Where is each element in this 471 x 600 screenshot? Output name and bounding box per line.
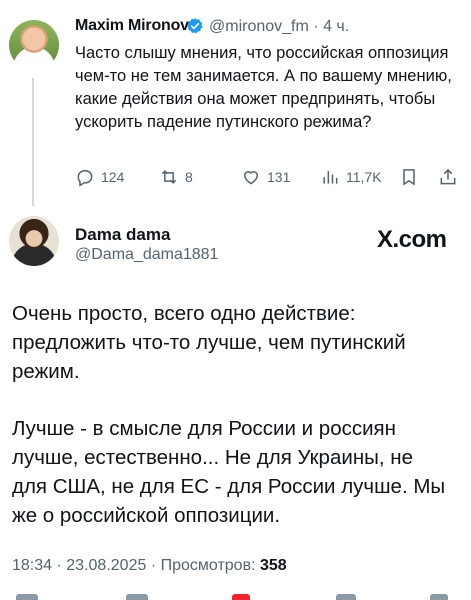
parent-author-meta: @mironov_fm · 4 ч. [209, 18, 349, 36]
repost-icon [161, 170, 177, 184]
share-icon [440, 168, 456, 185]
reply-button[interactable]: 124 [75, 167, 124, 187]
views-button[interactable]: 11,7K [320, 167, 382, 187]
like-button[interactable]: 131 [241, 167, 290, 187]
views-label: Просмотров: [160, 557, 256, 574]
share-button[interactable] [438, 167, 458, 187]
views-count: 11,7K [346, 169, 382, 185]
meta-separator: · [313, 18, 319, 35]
parent-tweet-time[interactable]: 4 ч. [323, 18, 349, 35]
reply-count: 124 [101, 169, 125, 185]
verified-badge-icon [187, 18, 203, 34]
reply-views-count: 358 [259, 557, 287, 574]
like-count: 131 [267, 169, 291, 185]
bookmark-button[interactable] [399, 167, 419, 187]
cropped-action-bar [0, 594, 471, 600]
reply-icon [77, 170, 93, 187]
thread-connector-line [32, 78, 34, 206]
like-icon [243, 171, 259, 185]
bookmark-icon [403, 169, 415, 186]
reply-author-handle[interactable]: @Dama_dama1881 [75, 246, 218, 264]
reply-author-avatar[interactable] [9, 216, 59, 266]
views-icon [323, 171, 338, 184]
meta-separator: · [56, 557, 67, 574]
reply-tweet-meta: 18:34 · 23.08.2025 · Просмотров: 358 [12, 557, 287, 575]
x-com-logo: X.com [377, 226, 447, 253]
parent-author-handle[interactable]: @mironov_fm [209, 18, 309, 35]
repost-button[interactable]: 8 [159, 167, 193, 187]
parent-author-name[interactable]: Maxim Mironov [75, 17, 189, 35]
reply-author-name[interactable]: Dama dama [75, 225, 170, 245]
parent-author-avatar[interactable] [9, 20, 59, 70]
repost-count: 8 [185, 169, 193, 185]
reply-paragraph-1: Очень просто, всего одно действие: предл… [12, 302, 406, 383]
reply-date[interactable]: 23.08.2025 [66, 557, 146, 574]
parent-tweet-text: Часто слышу мнения, что российская оппоз… [75, 44, 452, 131]
parent-tweet-actions: 124 8 131 11,7K [75, 167, 460, 187]
meta-separator: · [150, 557, 161, 574]
reply-time[interactable]: 18:34 [12, 557, 52, 574]
reply-paragraph-2: Лучше - в смысле для России и россиян лу… [12, 417, 446, 527]
